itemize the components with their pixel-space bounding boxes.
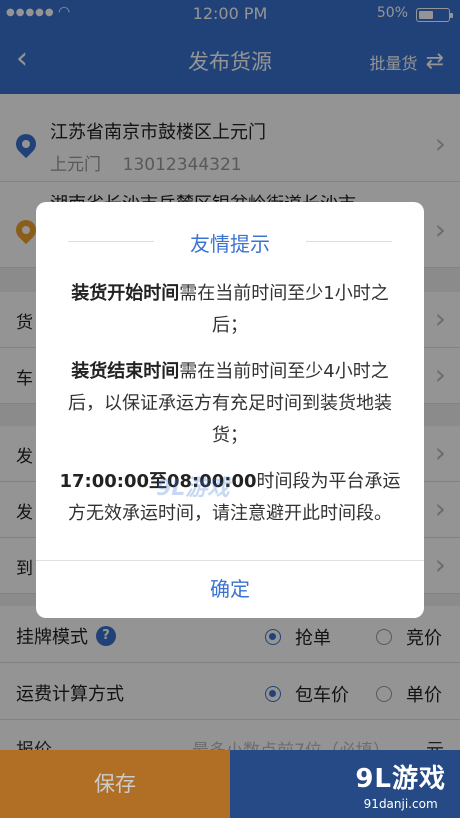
confirm-button[interactable]: 确定 <box>36 560 424 618</box>
publish-button[interactable]: 9L游戏 91danji.com <box>230 750 460 818</box>
watermark-logo: 9L游戏 91danji.com <box>355 758 446 811</box>
notice-text: 需在当前时间至少1小时之后； <box>179 283 389 336</box>
notice-paragraph: 装货结束时间需在当前时间至少4小时之后，以保证承运方有充足时间到装货地装货； <box>58 356 402 452</box>
modal-overlay-top <box>0 0 460 94</box>
save-button[interactable]: 保存 <box>0 750 230 818</box>
watermark-text: 9L游戏 <box>355 764 446 794</box>
notice-dialog: 友情提示 装货开始时间需在当前时间至少1小时之后； 装货结束时间需在当前时间至少… <box>36 202 424 618</box>
notice-paragraph: 17:00:00至08:00:00时间段为平台承运方无效承运时间，请注意避开此时… <box>58 466 402 530</box>
notice-paragraph: 装货开始时间需在当前时间至少1小时之后； <box>58 278 402 342</box>
dialog-watermark: 9L游戏 <box>156 476 230 501</box>
notice-emphasis: 装货结束时间 <box>71 361 180 382</box>
dialog-title: 友情提示 <box>190 232 270 256</box>
bottom-bar: 保存 9L游戏 91danji.com <box>0 750 460 818</box>
notice-emphasis: 装货开始时间 <box>71 283 180 304</box>
dialog-body: 装货开始时间需在当前时间至少1小时之后； 装货结束时间需在当前时间至少4小时之后… <box>58 278 402 544</box>
watermark-url: 91danji.com <box>363 797 438 811</box>
